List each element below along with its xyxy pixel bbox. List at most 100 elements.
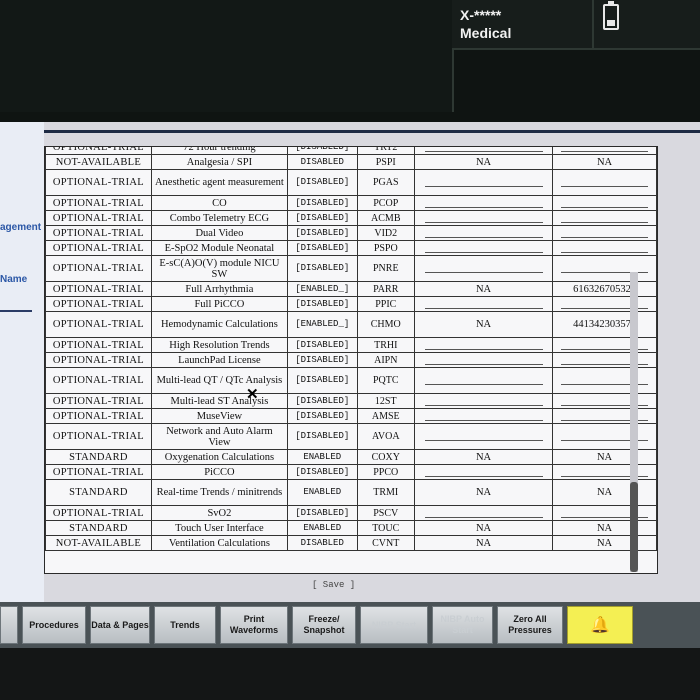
softkey-blank-button[interactable]: [0, 606, 18, 644]
table-row: STANDARD Touch User Interface ENABLED TOUC N…: [45, 520, 657, 536]
softkey-data-pages-button[interactable]: Data & Pages: [90, 606, 150, 644]
feature-code: ACMB: [356, 210, 416, 226]
feature-state: ENABLED: [286, 479, 358, 506]
feature-code: CVNT: [356, 535, 416, 551]
value-b: NA: [552, 520, 657, 536]
device-label-line2: Medical: [460, 25, 512, 41]
table-row: OPTIONAL-TRIAL Full Arrhythmia [ENABLED_] P…: [45, 281, 657, 297]
license-status: NOT-AVAILABLE: [45, 535, 152, 551]
table-row: OPTIONAL-TRIAL Network and Auto Alarm Vie…: [45, 423, 657, 450]
license-status: OPTIONAL-TRIAL: [45, 240, 152, 256]
bell-icon: 🔔: [590, 616, 610, 634]
feature-name: PiCCO: [150, 464, 288, 480]
feature-code: PPCO: [356, 464, 416, 480]
value-b: [552, 210, 657, 226]
feature-state: [DISABLED]: [286, 464, 358, 480]
value-a: [413, 352, 554, 368]
feature-state: [ENABLED_]: [286, 281, 358, 297]
header-rule: [0, 130, 700, 133]
empty-field: [424, 468, 543, 477]
value-a: NA: [413, 535, 554, 551]
table-row: OPTIONAL-TRIAL 72 Hour trending [DISABLED]…: [45, 147, 657, 155]
table-row: OPTIONAL-TRIAL PiCCO [DISABLED] PPCO: [45, 464, 657, 480]
license-status: OPTIONAL-TRIAL: [45, 195, 152, 211]
value-a: NA: [413, 154, 554, 170]
softkey-procedures-button[interactable]: Procedures: [22, 606, 86, 644]
value-b: 616326705325: [552, 281, 657, 297]
scrollbar-thumb[interactable]: [630, 482, 638, 572]
license-status: OPTIONAL-TRIAL: [45, 281, 152, 297]
empty-field: [424, 341, 543, 350]
empty-field: [424, 229, 543, 238]
empty-field: [560, 178, 649, 187]
feature-state: [DISABLED]: [286, 225, 358, 241]
softkey-nibp-start-button[interactable]: NIBP Start: [360, 606, 428, 644]
feature-state: [DISABLED]: [286, 352, 358, 368]
empty-field: [424, 356, 543, 365]
value-a: [413, 423, 554, 450]
softkey-trends-button[interactable]: Trends: [154, 606, 216, 644]
empty-field: [424, 244, 543, 253]
license-status: OPTIONAL-TRIAL: [45, 225, 152, 241]
left-label-management[interactable]: agement: [0, 222, 41, 233]
license-table: OPTIONAL-TRIAL 72 Hour trending [DISABLED]…: [45, 147, 657, 551]
feature-state: [DISABLED]: [286, 169, 358, 196]
alarm-silence-button[interactable]: 🔔: [567, 606, 633, 644]
value-a: [413, 367, 554, 394]
license-status: OPTIONAL-TRIAL: [45, 423, 152, 450]
value-a: [413, 225, 554, 241]
feature-name: High Resolution Trends: [150, 337, 288, 353]
softkey-print-waveforms-button[interactable]: Print Waveforms: [220, 606, 288, 644]
value-a: NA: [413, 479, 554, 506]
empty-field: [424, 509, 543, 518]
feature-state: [ENABLED_]: [286, 311, 358, 338]
value-b: [552, 337, 657, 353]
value-b: [552, 147, 657, 155]
feature-state: ENABLED: [286, 520, 358, 536]
license-status: OPTIONAL-TRIAL: [45, 464, 152, 480]
empty-field: [424, 264, 543, 273]
empty-field: [424, 397, 543, 406]
cursor-x-icon: ✕: [246, 386, 259, 403]
feature-code: AIPN: [356, 352, 416, 368]
feature-name: Multi-lead ST Analysis: [150, 393, 288, 409]
feature-name: Network and Auto Alarm View: [150, 423, 288, 450]
table-row: OPTIONAL-TRIAL CO [DISABLED] PCOP: [45, 195, 657, 211]
feature-name: Combo Telemetry ECG: [150, 210, 288, 226]
feature-state: [DISABLED]: [286, 296, 358, 312]
feature-state: DISABLED: [286, 154, 358, 170]
license-status: OPTIONAL-TRIAL: [45, 367, 152, 394]
feature-code: AMSE: [356, 408, 416, 424]
softkey-freeze-snapshot-button[interactable]: Freeze/ Snapshot: [292, 606, 356, 644]
feature-code: PSPO: [356, 240, 416, 256]
device-top-bezel: X-***** Medical: [0, 0, 700, 122]
feature-code: PNRE: [356, 255, 416, 282]
license-table-container: OPTIONAL-TRIAL 72 Hour trending [DISABLED]…: [44, 146, 658, 574]
softkey-nibp-auto-start-button[interactable]: NIBP Auto Start: [432, 606, 493, 644]
table-row: OPTIONAL-TRIAL Dual Video [DISABLED] VID2: [45, 225, 657, 241]
empty-field: [424, 432, 543, 441]
feature-name: Real-time Trends / minitrends: [150, 479, 288, 506]
feature-code: CHMO: [356, 311, 416, 338]
empty-field: [424, 147, 543, 152]
save-button[interactable]: [ Save ]: [312, 580, 355, 590]
feature-name: Dual Video: [150, 225, 288, 241]
empty-field: [560, 214, 649, 223]
empty-field: [424, 300, 543, 309]
softkey-zero-all-pressures-button[interactable]: Zero All Pressures: [497, 606, 563, 644]
table-row: OPTIONAL-TRIAL E-sC(A)O(V) module NICU SW…: [45, 255, 657, 282]
value-b: [552, 505, 657, 521]
license-status: STANDARD: [45, 520, 152, 536]
value-a: [413, 296, 554, 312]
device-label-line1: X-*****: [460, 7, 502, 23]
feature-name: Touch User Interface: [150, 520, 288, 536]
feature-state: [DISABLED]: [286, 337, 358, 353]
table-row: OPTIONAL-TRIAL MuseView [DISABLED] AMSE: [45, 408, 657, 424]
left-label-name[interactable]: Name: [0, 274, 27, 285]
license-status: OPTIONAL-TRIAL: [45, 255, 152, 282]
table-row: NOT-AVAILABLE Analgesia / SPI DISABLED PSPI…: [45, 154, 657, 170]
feature-code: TRHI: [356, 337, 416, 353]
value-b: [552, 352, 657, 368]
license-status: STANDARD: [45, 479, 152, 506]
license-status: OPTIONAL-TRIAL: [45, 311, 152, 338]
